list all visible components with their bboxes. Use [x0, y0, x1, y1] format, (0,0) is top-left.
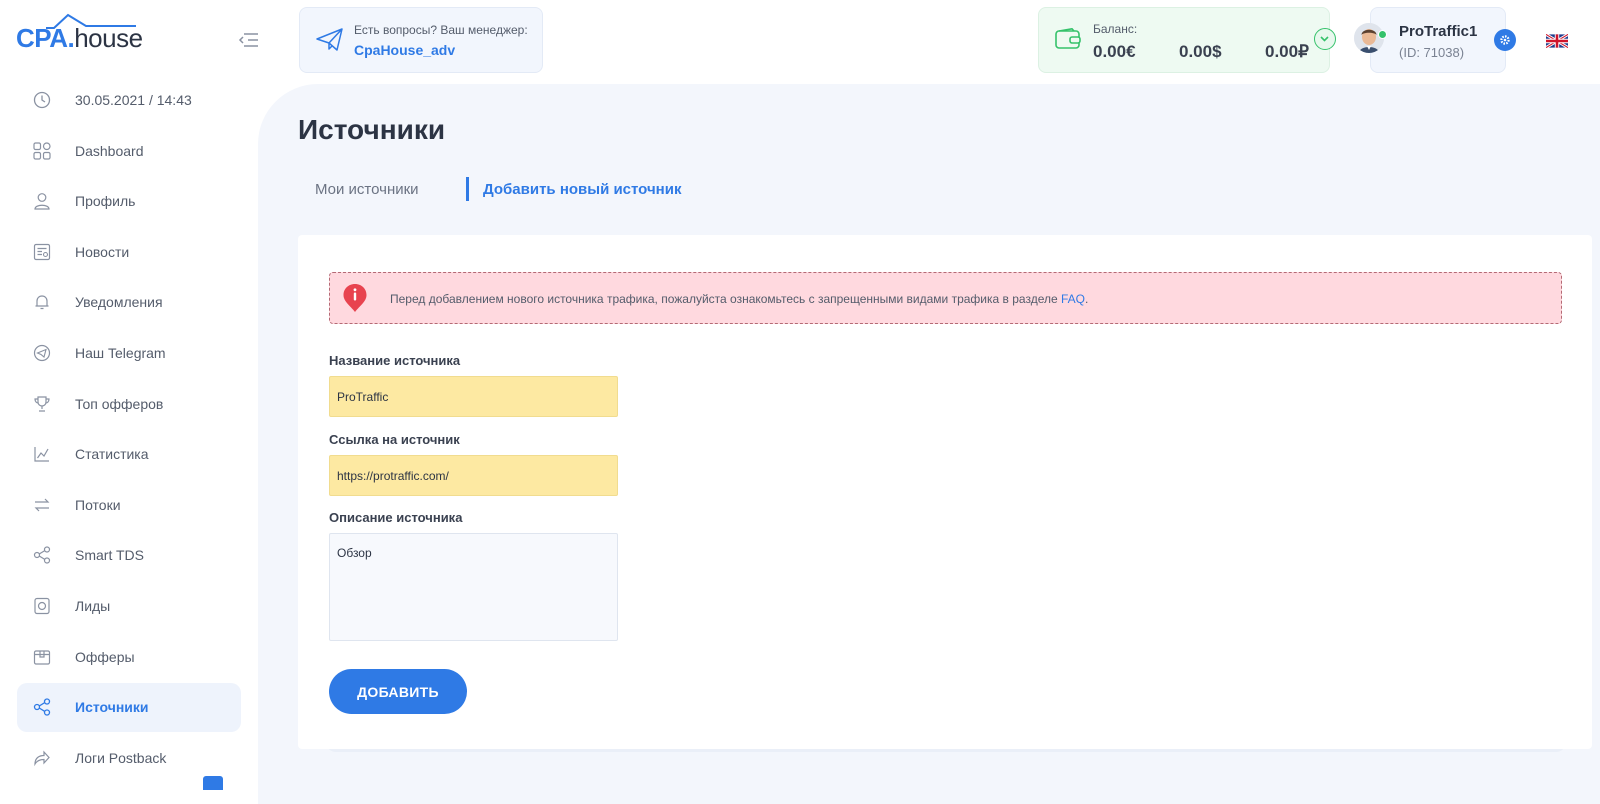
gear-icon: [1500, 35, 1510, 45]
faq-link[interactable]: FAQ: [1061, 292, 1085, 306]
sidebar-item-label: Уведомления: [75, 294, 163, 311]
info-marker-icon: [343, 284, 367, 312]
sidebar-item-label: Smart TDS: [75, 547, 144, 564]
coin-icon: [34, 597, 50, 615]
source-url-input[interactable]: [329, 455, 618, 496]
sidebar-item-label: Dashboard: [75, 142, 144, 159]
sidebar-item-leads[interactable]: Лиды: [17, 582, 241, 631]
paper-plane-icon: [316, 28, 343, 51]
manager-link[interactable]: CpaHouse_adv: [354, 42, 455, 58]
sidebar-item-label: Статистика: [75, 446, 149, 463]
sidebar-item-news[interactable]: Новости: [17, 228, 241, 277]
sidebar-item-label: Офферы: [75, 648, 135, 665]
manager-contact-box: Есть вопросы? Ваш менеджер: CpaHouse_adv: [299, 7, 543, 73]
sidebar-item-label: Наш Telegram: [75, 344, 166, 361]
alert-end: .: [1085, 292, 1089, 306]
sidebar-item-offers[interactable]: Офферы: [17, 633, 241, 682]
sidebar-nav: 30.05.2021 / 14:43 Dashboard Профиль Нов…: [17, 76, 241, 790]
sidebar-item-top-offers[interactable]: Топ офферов: [17, 380, 241, 429]
logo-text: CPA.house: [16, 23, 143, 53]
alert-message: Перед добавлением нового источника трафи…: [390, 292, 1088, 306]
online-status-dot: [1378, 30, 1387, 39]
datetime-label: 30.05.2021 / 14:43: [75, 92, 192, 108]
balance-expand-button[interactable]: [1314, 28, 1336, 50]
sidebar-item-dashboard[interactable]: Dashboard: [17, 127, 241, 176]
source-url-label: Ссылка на источник: [329, 432, 460, 447]
sidebar-item-notifications[interactable]: Уведомления: [17, 278, 241, 327]
help-question: Есть вопросы? Ваш менеджер:: [354, 23, 528, 37]
sidebar-item-label: Новости: [75, 243, 130, 260]
add-source-button[interactable]: ДОБАВИТЬ: [329, 669, 467, 714]
sidebar-item-telegram[interactable]: Наш Telegram: [17, 329, 241, 378]
tab-my-sources[interactable]: Мои источники: [315, 181, 419, 198]
forward-icon: [34, 750, 50, 766]
sidebar-item-label: Лиды: [75, 597, 111, 614]
source-description-textarea[interactable]: Обзор: [329, 533, 618, 641]
user-name: ProTraffic1: [1399, 23, 1478, 40]
balance-rub: 0.00₽: [1265, 42, 1309, 61]
wallet-icon: [1055, 28, 1081, 49]
warning-alert: Перед добавлением нового источника трафи…: [329, 272, 1562, 324]
page-title: Источники: [298, 114, 446, 145]
active-tab-indicator: [466, 177, 469, 201]
box-icon: [33, 649, 51, 665]
alert-text: Перед добавлением нового источника трафи…: [390, 292, 1061, 306]
chart-icon: [34, 447, 49, 462]
balance-eur: 0.00€: [1093, 42, 1136, 61]
sidebar-item-label: Топ офферов: [75, 395, 164, 412]
sidebar-item-smart-tds[interactable]: Smart TDS: [17, 531, 241, 580]
sidebar-item-label: Профиль: [75, 193, 136, 210]
chevron-down-icon: [1320, 36, 1329, 42]
arrows-icon: [34, 498, 50, 512]
bell-icon: [35, 295, 49, 310]
sidebar-datetime: 30.05.2021 / 14:43: [17, 76, 241, 125]
sidebar-item-sources[interactable]: Источники: [17, 683, 241, 733]
balance-usd: 0.00$: [1179, 42, 1222, 61]
user-id: (ID: 71038): [1399, 45, 1465, 60]
nav-badge: [203, 775, 223, 790]
logo[interactable]: CPA.house: [16, 12, 146, 52]
balance-box: Баланс: 0.00€ 0.00$ 0.00₽: [1038, 7, 1330, 73]
grid-icon: [33, 141, 51, 160]
tab-add-source[interactable]: Добавить новый источник: [483, 181, 681, 198]
share-icon: [33, 546, 51, 564]
source-name-label: Название источника: [329, 353, 461, 368]
news-icon: [33, 243, 51, 260]
uk-flag-icon[interactable]: [1546, 34, 1568, 48]
sidebar-item-profile[interactable]: Профиль: [17, 177, 241, 226]
sidebar-item-statistics[interactable]: Статистика: [17, 430, 241, 479]
sidebar-item-label: Источники: [75, 699, 149, 716]
sidebar-item-label: Логи Postback: [75, 749, 167, 766]
user-icon: [34, 193, 50, 210]
settings-button[interactable]: [1494, 29, 1516, 51]
trophy-icon: [34, 395, 50, 412]
share-icon: [33, 698, 51, 716]
source-name-input[interactable]: [329, 376, 618, 417]
sidebar-item-postback-logs[interactable]: Логи Postback: [17, 734, 241, 790]
collapse-menu-icon[interactable]: [238, 30, 260, 50]
source-description-label: Описание источника: [329, 510, 463, 525]
balance-label: Баланс:: [1093, 22, 1138, 36]
sidebar-item-streams[interactable]: Потоки: [17, 481, 241, 530]
user-box[interactable]: ProTraffic1 (ID: 71038): [1370, 7, 1506, 73]
sidebar: CPA.house 30.05.2021 / 14:43 Dashboard П…: [0, 0, 258, 804]
clock-icon: [33, 91, 51, 109]
sidebar-item-label: Потоки: [75, 496, 121, 513]
telegram-icon: [33, 344, 51, 362]
